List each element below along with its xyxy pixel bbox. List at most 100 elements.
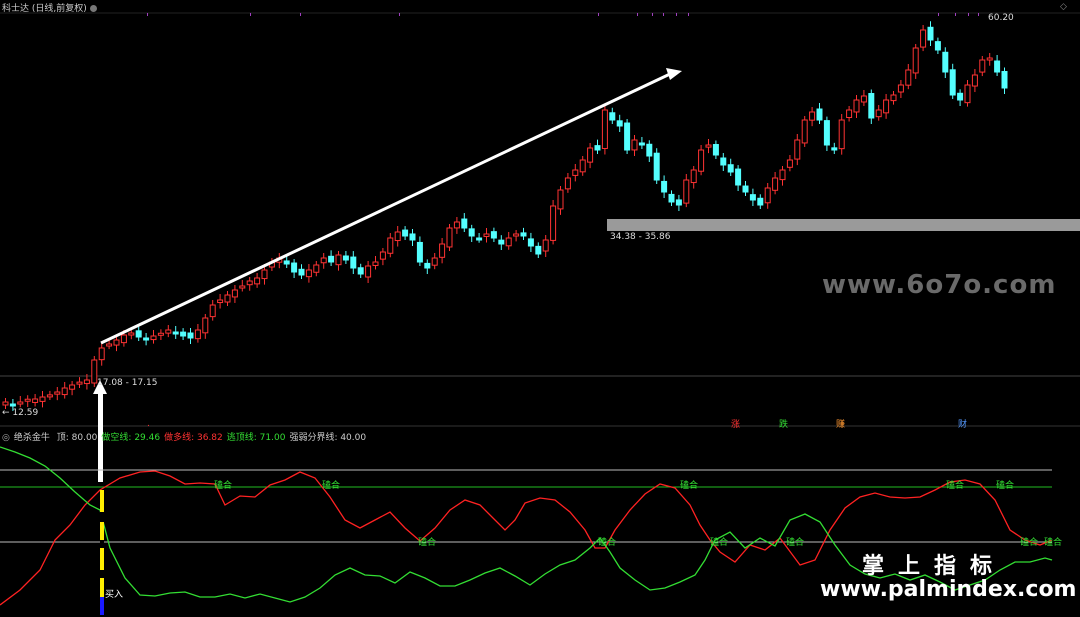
candle-body [912, 47, 919, 74]
candle-body [971, 74, 978, 87]
legend-items: 顶: 80.00 做空线: 29.46 做多线: 36.82 逃顶线: 71.00 强弱… [57, 433, 370, 443]
candle-body [661, 180, 668, 193]
candle-body [527, 238, 534, 247]
high-price-label: 60.20 [988, 13, 1014, 23]
candle-body [483, 233, 490, 237]
watermark-palmindex-url: www.palmindex.com [820, 577, 1077, 602]
legend-toggle-icon[interactable]: ◎ [2, 433, 10, 443]
candle-body [202, 317, 209, 334]
cross-label: 磕合 [680, 481, 699, 491]
candle-body [217, 299, 224, 304]
candle-body [431, 257, 438, 266]
cross-label: 磕合 [598, 538, 617, 548]
candle-body [490, 231, 497, 239]
candle-body [54, 391, 61, 395]
candle-body [291, 262, 298, 273]
candle-body [624, 122, 631, 151]
candle-body [498, 239, 505, 245]
legend-item: 逃顶线: 71.00 [226, 433, 286, 443]
trend-arrow [100, 68, 682, 345]
candle-body [875, 109, 882, 118]
candle-body [350, 256, 357, 269]
stock-name: 科士达 (日线,前复权) [2, 4, 87, 14]
candle-body [46, 394, 53, 398]
candle-body [1001, 71, 1008, 89]
legend-item: 做空线: 29.46 [101, 433, 161, 443]
candle-body [542, 239, 549, 252]
candle-body [564, 177, 571, 190]
candle-body [342, 255, 349, 261]
candle-body [135, 330, 142, 338]
candle-body [572, 169, 579, 176]
candle-body [416, 241, 423, 263]
candle-body [453, 221, 460, 229]
candle-body [194, 329, 201, 340]
candle-body [61, 387, 68, 396]
candle-body [772, 177, 779, 191]
candle-body [157, 332, 164, 336]
candle-body [224, 294, 231, 303]
candle-body [594, 145, 601, 151]
candle-body [143, 337, 150, 341]
signal-marker: . [147, 419, 150, 429]
cross-label: 磕合 [418, 538, 437, 548]
candle-body [17, 401, 24, 405]
low-price-value: 12.59 [12, 408, 39, 418]
candle-body [120, 334, 127, 344]
candle-body [690, 169, 697, 184]
candle-body [764, 187, 771, 204]
candle-body [83, 379, 90, 385]
candle-body [231, 289, 238, 298]
indicator-name: 绝杀金牛 [13, 433, 50, 443]
candle-body [180, 331, 187, 337]
signal-wealth: 财 [958, 420, 968, 430]
candle-body [2, 401, 9, 406]
candle-body [727, 164, 734, 173]
candle-body [675, 199, 682, 206]
candle-body [801, 119, 808, 144]
cross-label: 磕合 [214, 481, 233, 491]
candle-body [587, 147, 594, 163]
candle-body [128, 332, 135, 336]
expand-icon[interactable]: ◇ [1060, 2, 1067, 13]
candle-body [379, 251, 386, 260]
candle-body [172, 331, 179, 335]
candle-body [461, 218, 468, 229]
kline-chart[interactable] [0, 0, 1080, 617]
candle-body [809, 111, 816, 121]
candle-body [860, 95, 867, 103]
candle-body [646, 143, 653, 157]
candle-body [24, 398, 31, 402]
cross-label: 磕合 [786, 538, 805, 548]
settings-icon[interactable] [89, 5, 97, 12]
candle-body [735, 168, 742, 186]
candle-body [165, 329, 172, 334]
cross-label: 磕合 [710, 538, 729, 548]
candle-body [868, 93, 875, 119]
buy-label: 买入 [105, 590, 124, 600]
cross-label: 磕合 [996, 481, 1015, 491]
candle-body [476, 237, 483, 241]
cross-label: 磕合 [1044, 538, 1063, 548]
candle-body [786, 159, 793, 168]
candle-body [9, 403, 16, 407]
candle-body [601, 109, 608, 149]
candle-body [986, 57, 993, 61]
candle-body [261, 269, 268, 280]
candle-body [831, 147, 838, 151]
signal-up: 涨 [731, 420, 741, 430]
candle-body [150, 335, 157, 341]
chart-title[interactable]: 科士达 (日线,前复权) [2, 1, 97, 14]
candle-body [372, 261, 379, 266]
candle-body [994, 60, 1001, 73]
candle-body [254, 277, 261, 285]
resistance-zone [607, 219, 1080, 231]
candle-body [298, 268, 305, 276]
candle-body [934, 41, 941, 51]
candle-body [905, 69, 912, 86]
candle-body [757, 197, 764, 206]
candle-body [964, 84, 971, 104]
candle-body [446, 227, 453, 248]
candle-body [949, 69, 956, 96]
cross-label: 磕合 [322, 481, 341, 491]
